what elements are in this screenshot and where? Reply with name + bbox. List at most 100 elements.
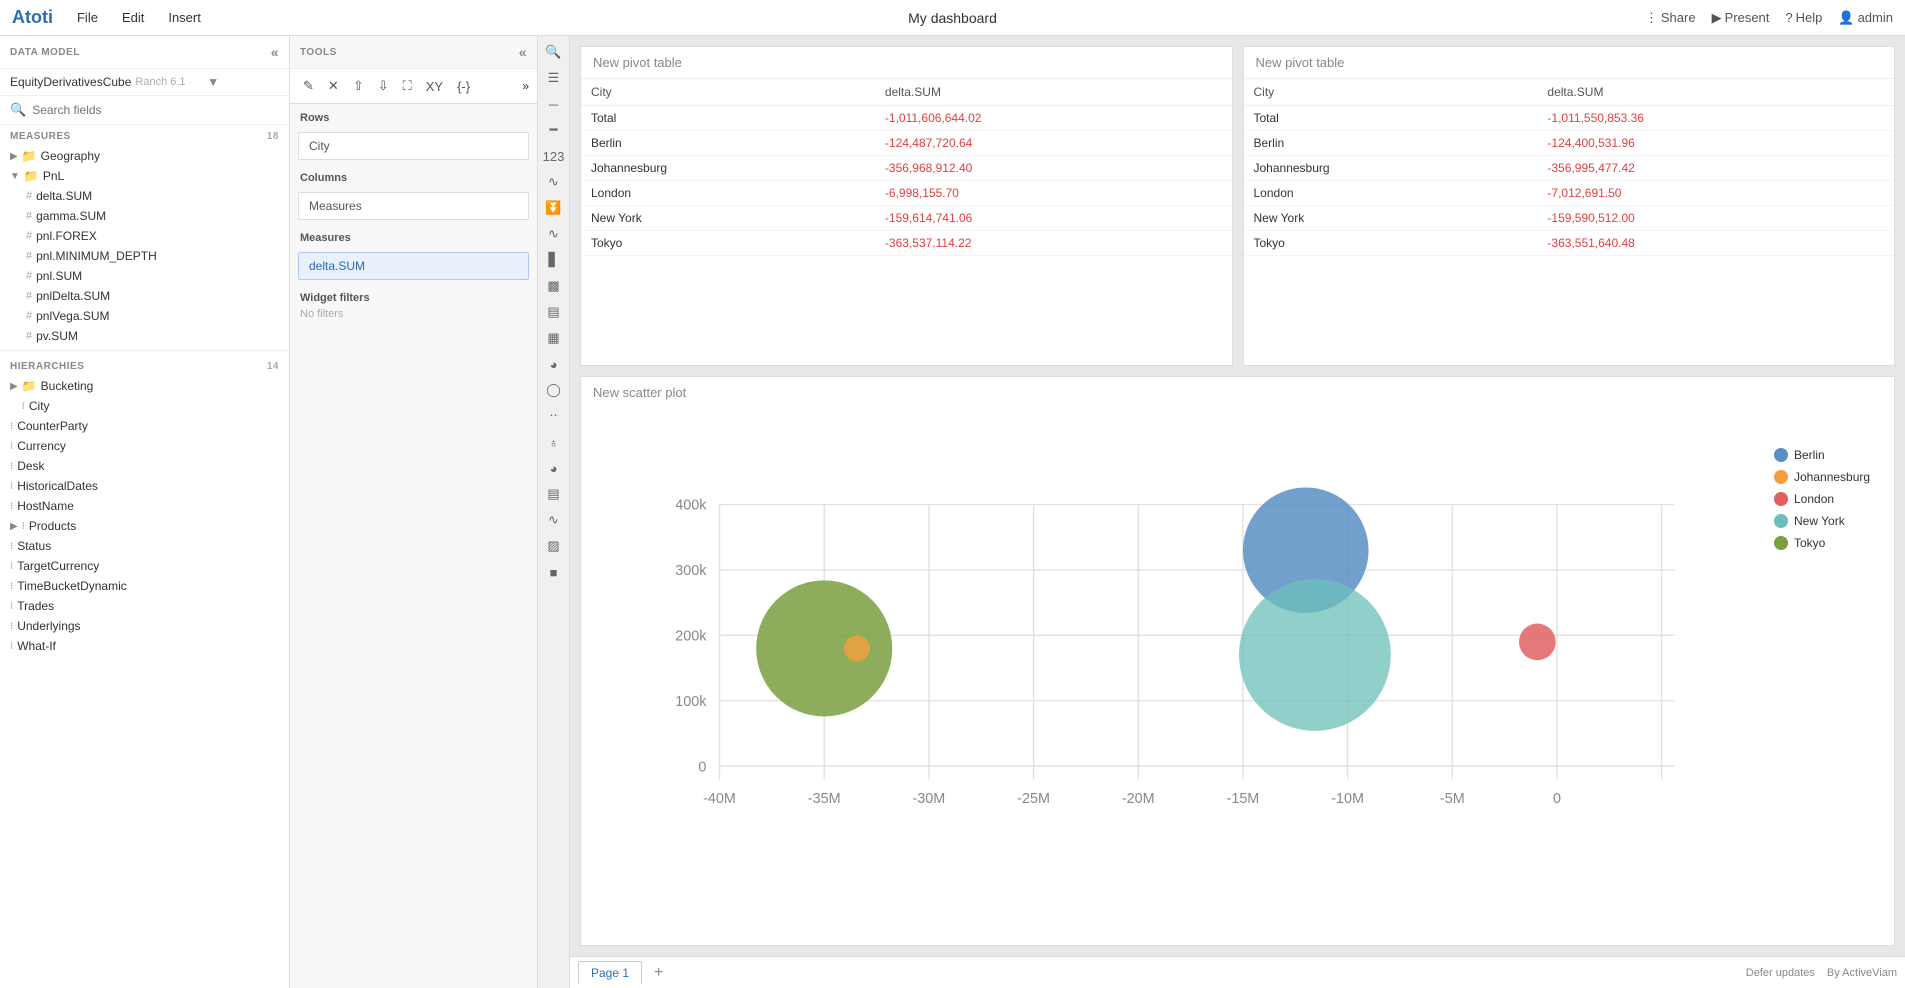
tool-brackets-btn[interactable]: {-}	[452, 76, 475, 97]
sidebar-search-btn[interactable]: 🔍	[540, 40, 568, 64]
svg-text:-15M: -15M	[1227, 791, 1260, 807]
tool-image-btn[interactable]: ⛶	[398, 75, 417, 97]
tree-item-underlyings[interactable]: ⁝ Underlyings	[0, 616, 289, 636]
tree-item-historicaldates[interactable]: ⁝ HistoricalDates	[0, 476, 289, 496]
hash-icon-pnl-forex: #	[26, 230, 32, 242]
columns-drop-zone[interactable]: Measures	[298, 192, 529, 220]
tree-item-pv-sum[interactable]: # pv.SUM	[0, 326, 289, 346]
present-button[interactable]: ▶ Present	[1712, 10, 1770, 26]
sidebar-treemap-btn[interactable]: ▨	[540, 534, 568, 558]
tree-item-desk[interactable]: ⁝ Desk	[0, 456, 289, 476]
tree-item-pnlvega-sum[interactable]: # pnlVega.SUM	[0, 306, 289, 326]
scatter-svg: 400k 300k 200k 100k 0 -40M -35M -30M -25…	[641, 418, 1714, 905]
tree-item-products[interactable]: ▶ ⁝ Products	[0, 516, 289, 536]
bubble-johannesburg[interactable]	[844, 635, 870, 661]
tree-item-delta-sum[interactable]: # delta.SUM	[0, 186, 289, 206]
sidebar-cols-btn[interactable]: ━	[540, 118, 568, 142]
sidebar-sparkline-btn[interactable]: ∿	[540, 508, 568, 532]
table-row: New York-159,590,512.00	[1244, 206, 1895, 231]
bubble-london[interactable]	[1519, 624, 1556, 661]
tree-item-gamma-sum[interactable]: # gamma.SUM	[0, 206, 289, 226]
sidebar-bar-h-btn[interactable]: ▩	[540, 274, 568, 298]
sidebar-bar-group-btn[interactable]: ▤	[540, 300, 568, 324]
app-logo: Atoti	[12, 7, 53, 28]
tree-item-counterparty[interactable]: ⁝ CounterParty	[0, 416, 289, 436]
tree-item-pnl-min-depth[interactable]: # pnl.MINIMUM_DEPTH	[0, 246, 289, 266]
menu-file[interactable]: File	[73, 8, 102, 27]
defer-updates-btn[interactable]: Defer updates	[1746, 967, 1815, 979]
tree-item-targetcurrency[interactable]: ⁝ TargetCurrency	[0, 556, 289, 576]
hierarchy-icon-products: ⁝	[22, 521, 25, 532]
tree-item-pnl-sum[interactable]: # pnl.SUM	[0, 266, 289, 286]
sidebar-table-btn[interactable]: ☰	[540, 66, 568, 90]
measures-drop-zone[interactable]: delta.SUM	[298, 252, 529, 280]
tree-item-whatif[interactable]: ⁝ What-If	[0, 636, 289, 656]
sidebar-combo-btn[interactable]: ▤	[540, 482, 568, 506]
legend-label: New York	[1794, 514, 1845, 528]
share-button[interactable]: ⋮ Share	[1645, 10, 1696, 26]
table-row: London-6,998,155.70	[581, 181, 1232, 206]
tools-inner: TOOLS « ✎ ✕ ⇧ ⇩ ⛶ XY {-} » Rows City Col…	[290, 36, 537, 988]
table-row: Berlin-124,400,531.96	[1244, 131, 1895, 156]
tool-sort-desc-btn[interactable]: ⇩	[373, 75, 394, 97]
menu-edit[interactable]: Edit	[118, 8, 148, 27]
collapse-left-panel[interactable]: «	[271, 44, 279, 60]
hierarchy-icon-targetcurrency: ⁝	[10, 561, 13, 572]
sidebar-num-btn[interactable]: 123	[540, 144, 568, 168]
admin-button[interactable]: 👤 admin	[1838, 10, 1893, 26]
sidebar-stacked-btn[interactable]: ▦	[540, 326, 568, 350]
bubble-newyork[interactable]	[1239, 579, 1391, 731]
tree-item-pnldelta-sum[interactable]: # pnlDelta.SUM	[0, 286, 289, 306]
legend-item: London	[1774, 492, 1884, 506]
search-box: 🔍	[0, 96, 289, 125]
search-input[interactable]	[32, 103, 279, 117]
sidebar-area-btn[interactable]: ⏬	[540, 196, 568, 220]
sidebar-donut-btn[interactable]: ◯	[540, 378, 568, 402]
tool-xy-btn[interactable]: XY	[421, 76, 448, 97]
folder-icon-bucketing: 📁	[22, 379, 37, 393]
hierarchy-icon-trades: ⁝	[10, 601, 13, 612]
tree-item-hostname[interactable]: ⁝ HostName	[0, 496, 289, 516]
tools-expand-btn[interactable]: »	[522, 79, 529, 93]
svg-text:-30M: -30M	[912, 791, 945, 807]
sidebar-pie-btn[interactable]: ◕	[540, 352, 568, 376]
table-row: Johannesburg-356,968,912.40	[581, 156, 1232, 181]
tree-item-bucketing[interactable]: ▶ 📁 Bucketing	[0, 376, 289, 396]
help-button[interactable]: ? Help	[1785, 10, 1822, 25]
sidebar-line-btn[interactable]: ∿	[540, 170, 568, 194]
hierarchy-icon-desk: ⁝	[10, 461, 13, 472]
tool-edit-btn[interactable]: ✎	[298, 75, 319, 97]
sidebar-separator1-btn[interactable]: ■	[540, 560, 568, 584]
sidebar-rows-btn[interactable]: ─	[540, 92, 568, 116]
sidebar-wave-btn[interactable]: ∿	[540, 222, 568, 246]
sidebar-bar-v-btn[interactable]: ▋	[540, 248, 568, 272]
page-tab-1[interactable]: Page 1	[578, 961, 642, 985]
tree-item-geography[interactable]: ▶ 📁 Geography	[0, 146, 289, 166]
tool-sort-asc-btn[interactable]: ⇧	[348, 75, 369, 97]
arrow-bucketing: ▶	[10, 381, 18, 392]
bubble-tokyo[interactable]	[756, 580, 892, 716]
hierarchy-icon-hostname: ⁝	[10, 501, 13, 512]
sidebar-gauge-btn[interactable]: ◕	[540, 456, 568, 480]
cube-selector[interactable]: EquityDerivativesCube Ranch 6.1 ▼	[0, 69, 289, 96]
collapse-tools-panel[interactable]: «	[519, 44, 527, 60]
menu-insert[interactable]: Insert	[164, 8, 205, 27]
svg-text:400k: 400k	[675, 498, 707, 514]
sidebar-scatter-btn[interactable]: ⋅⋅	[540, 404, 568, 428]
tree-item-currency[interactable]: ⁝ Currency	[0, 436, 289, 456]
tree-item-status[interactable]: ⁝ Status	[0, 536, 289, 556]
hash-icon-delta: #	[26, 190, 32, 202]
tree-item-pnl[interactable]: ▼ 📁 PnL	[0, 166, 289, 186]
add-page-button[interactable]: +	[646, 962, 671, 984]
tree-item-trades[interactable]: ⁝ Trades	[0, 596, 289, 616]
rows-drop-zone[interactable]: City	[298, 132, 529, 160]
sidebar-map-btn[interactable]: ♁	[540, 430, 568, 454]
widget-filters-label: Widget filters	[300, 292, 527, 304]
tool-clear-btn[interactable]: ✕	[323, 75, 344, 97]
tree-item-city[interactable]: ▶ ⁝ City	[0, 396, 289, 416]
table-row: Total-1,011,606,644.02	[581, 106, 1232, 131]
pivot-table-1-table: City delta.SUM Total-1,011,606,644.02Ber…	[581, 79, 1232, 256]
tree-item-timebucketdynamic[interactable]: ⁝ TimeBucketDynamic	[0, 576, 289, 596]
legend-dot	[1774, 492, 1788, 506]
tree-item-pnl-forex[interactable]: # pnl.FOREX	[0, 226, 289, 246]
